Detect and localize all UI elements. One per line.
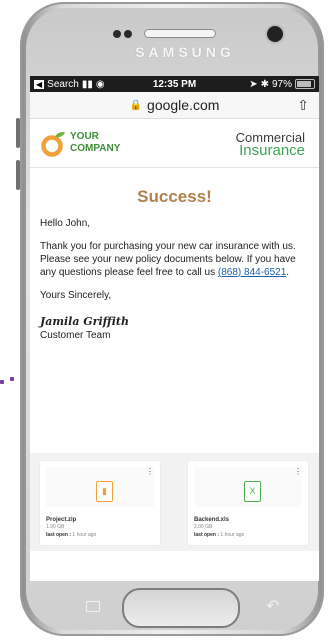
front-camera	[267, 26, 283, 42]
sensor-dot	[113, 30, 121, 38]
attachments-panel: ▮ ⋮ Project.zip 1.90 GB last open : 1 ho…	[30, 453, 319, 551]
email-header: YOUR COMPANY Commercial Insurance	[30, 119, 319, 168]
speaker-grille	[144, 29, 216, 38]
company-logo-icon	[41, 132, 65, 157]
address-bar[interactable]: 🔒 google.com ⇧	[30, 92, 319, 119]
more-options-icon[interactable]: ⋮	[294, 467, 302, 476]
product-name: Commercial Insurance	[235, 130, 305, 159]
greeting: Hello John,	[40, 218, 91, 229]
volume-down-button	[16, 160, 20, 190]
location-icon: ➤	[249, 78, 258, 90]
phone-link[interactable]: (868) 844-6521	[218, 267, 286, 278]
file-last-open: last open : 1 hour ago	[194, 532, 245, 538]
device-brand: SAMSUNG	[135, 44, 235, 60]
back-icon[interactable]: ↶	[266, 596, 279, 616]
status-bar: ◀ Search ▮▮ ◉ 12:35 PM ➤ ✱ 97%	[30, 76, 319, 92]
status-time: 12:35 PM	[152, 78, 197, 90]
volume-up-button	[16, 118, 20, 148]
recent-apps-icon[interactable]	[86, 601, 100, 612]
signal-icon: ▮▮	[81, 78, 93, 90]
file-size: 1.90 GB	[46, 524, 65, 530]
file-name: Project.zip	[46, 517, 77, 523]
file-card[interactable]: ▮ ⋮ Project.zip 1.90 GB last open : 1 ho…	[40, 461, 160, 545]
more-options-icon[interactable]: ⋮	[146, 467, 154, 476]
back-app-icon[interactable]: ◀	[34, 79, 45, 89]
share-icon[interactable]: ⇧	[297, 97, 309, 114]
phone-screen: ◀ Search ▮▮ ◉ 12:35 PM ➤ ✱ 97% 🔒 google.…	[30, 76, 319, 581]
email-body: Hello John, Thank you for purchasing you…	[30, 217, 319, 342]
wifi-icon: ◉	[95, 78, 105, 90]
battery-icon	[295, 79, 315, 89]
zip-file-icon: ▮	[96, 481, 113, 502]
bluetooth-icon: ✱	[260, 78, 269, 90]
message: Thank you for purchasing your new car in…	[40, 241, 296, 278]
home-button[interactable]	[122, 588, 240, 628]
file-last-open: last open : 1 hour ago	[46, 532, 97, 538]
sensor-dot	[124, 30, 132, 38]
closing: Yours Sincerely,	[40, 290, 112, 301]
back-app-label[interactable]: Search	[47, 79, 79, 90]
file-name: Backend.xls	[194, 517, 230, 523]
success-title: Success!	[137, 187, 212, 206]
battery-percent: 97%	[271, 78, 292, 90]
file-card[interactable]: X ⋮ Backend.xls 2.00 GB last open : 1 ho…	[188, 461, 308, 545]
url-text[interactable]: google.com	[147, 97, 219, 113]
file-size: 2.00 GB	[194, 524, 213, 530]
lock-icon: 🔒	[129, 99, 143, 111]
excel-file-icon: X	[244, 481, 261, 502]
company-name: YOUR COMPANY	[70, 131, 121, 154]
signature: Jamila Griffith	[40, 315, 130, 328]
team-name: Customer Team	[40, 330, 111, 341]
